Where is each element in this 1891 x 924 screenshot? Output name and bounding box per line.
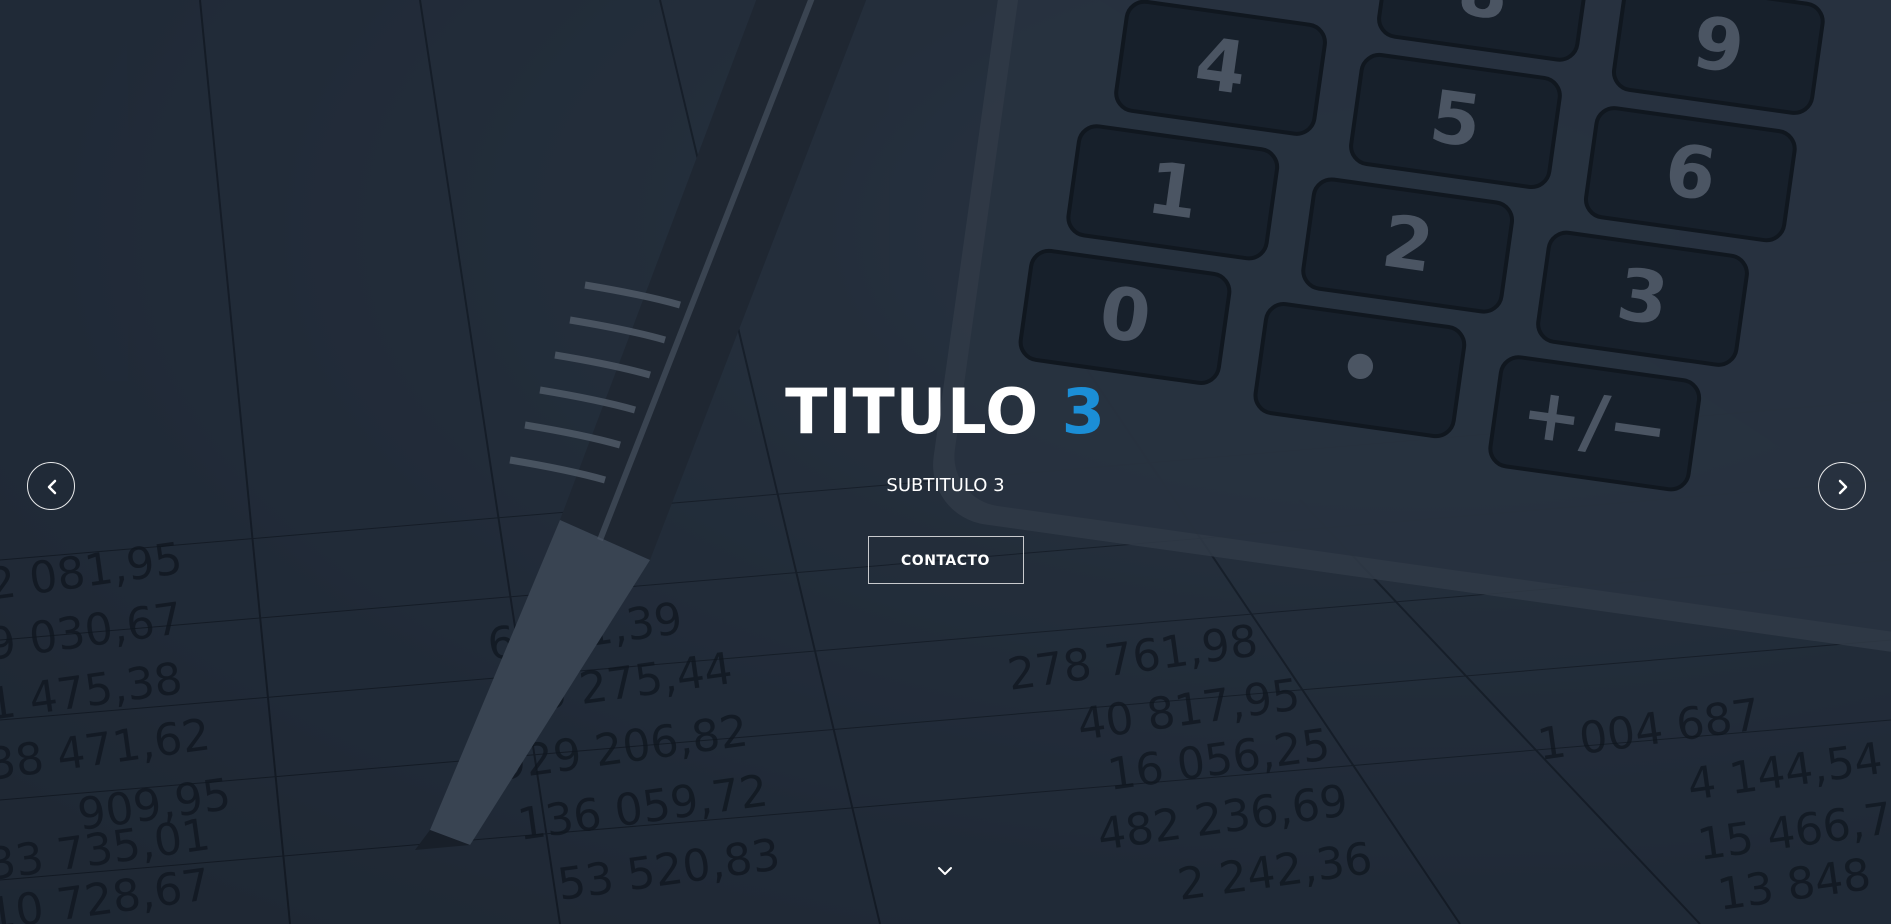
scroll-down-button[interactable]	[934, 860, 956, 882]
chevron-down-icon	[938, 867, 952, 875]
prev-slide-button[interactable]	[27, 462, 75, 510]
chevron-left-icon	[47, 479, 57, 495]
slide-subtitle: SUBTITULO 3	[886, 475, 1005, 496]
chevron-right-icon	[1838, 479, 1848, 495]
slide-content: TITULO 3 SUBTITULO 3 CONTACTO	[0, 372, 1891, 584]
next-slide-button[interactable]	[1818, 462, 1866, 510]
hero-slider: 2 081,95 9 030,67 1 475,38 38 471,62 909,95 3…	[0, 0, 1891, 924]
slide-title-main: TITULO	[785, 375, 1040, 448]
slide-title-accent: 3	[1061, 375, 1106, 448]
slide-title: TITULO 3	[0, 372, 1891, 452]
contact-button[interactable]: CONTACTO	[867, 536, 1024, 584]
